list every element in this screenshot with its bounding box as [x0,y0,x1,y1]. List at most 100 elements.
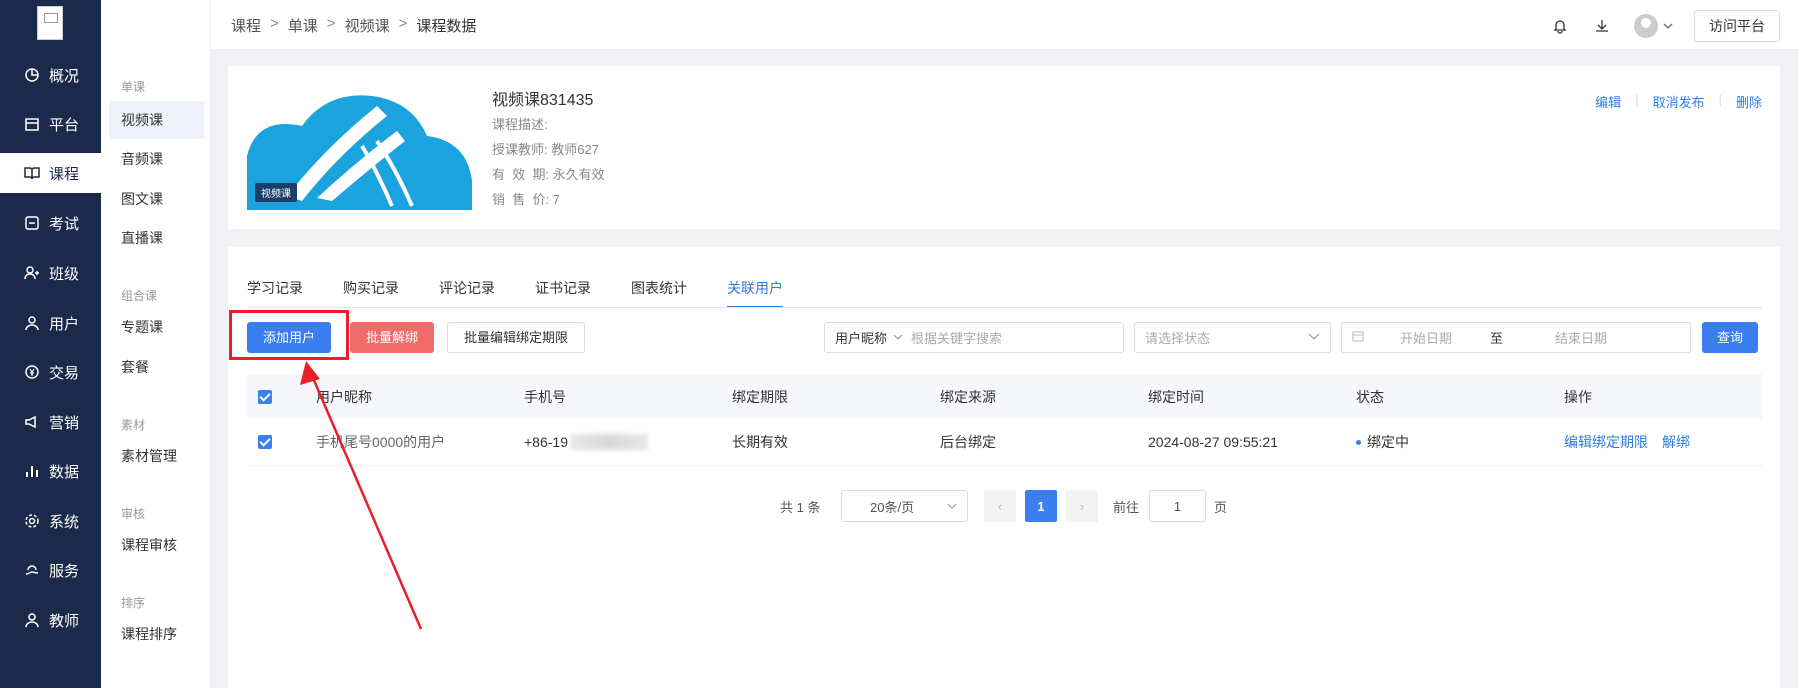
batch-edit-period-button[interactable]: 批量编辑绑定期限 [447,322,586,353]
chevron-left-icon: ‹ [997,498,1003,514]
course-data-card: 学习记录 购买记录 评论记录 证书记录 图表统计 关联用户 添加用户 批量解绑 … [228,247,1780,688]
tab-comment-records[interactable]: 评论记录 [439,278,495,308]
sidebar-item-teacher[interactable]: 教师 [0,600,101,640]
breadcrumb-item[interactable]: 视频课 [345,15,390,36]
edit-course-link[interactable]: 编辑 [1595,92,1621,111]
breadcrumb-item[interactable]: 课程 [231,15,261,36]
status-select[interactable]: 请选择状态 [1134,322,1331,353]
next-page-button[interactable]: › [1066,490,1098,522]
subnav-item-material[interactable]: 素材管理 [109,437,204,475]
bind-time: 2024-08-27 09:55:21 [1148,434,1278,450]
subnav-item-video[interactable]: 视频课 [109,101,204,139]
user-icon [24,315,40,331]
sidebar-item-overview[interactable]: 概况 [0,55,101,95]
page-size-select[interactable]: 20条/页 [841,490,968,522]
search-type-select[interactable]: 用户昵称 [825,328,893,347]
sidebar-item-system[interactable]: 系统 [0,501,101,541]
course-teacher: 授课教师: 教师627 [492,142,599,157]
bell-icon[interactable] [1550,16,1570,36]
tab-purchase-records[interactable]: 购买记录 [343,278,399,308]
avatar[interactable] [1634,14,1658,38]
sidebar-item-label: 教师 [49,612,80,630]
subnav-item-article[interactable]: 图文课 [109,180,204,218]
status-placeholder: 请选择状态 [1145,331,1211,346]
top-bar: 课程 > 单课 > 视频课 > 课程数据 访问平台 [211,0,1798,50]
sidebar-item-label: 营销 [49,414,80,432]
batch-unbind-button[interactable]: 批量解绑 [350,322,435,353]
class-icon [24,265,40,281]
prev-page-button[interactable]: ‹ [984,490,1016,522]
tab-linked-users[interactable]: 关联用户 [727,278,783,308]
divider: | [1635,92,1639,107]
sidebar-item-platform[interactable]: 平台 [0,104,101,144]
download-icon[interactable] [1592,16,1612,36]
start-date-input[interactable]: 开始日期 [1400,328,1452,347]
sidebar-item-exam[interactable]: 考试 [0,203,101,243]
breadcrumb-separator: > [326,15,336,32]
visit-platform-button[interactable]: 访问平台 [1694,10,1780,42]
column-header: 手机号 [524,388,566,405]
column-header: 绑定来源 [940,388,996,405]
course-price: 销 售 价: 7 [492,192,560,207]
sidebar-item-user[interactable]: 用户 [0,303,101,343]
sidebar-item-label: 系统 [49,513,80,531]
subnav-item-topic[interactable]: 专题课 [109,308,204,346]
status-text: 绑定中 [1367,434,1409,450]
search-input[interactable]: 根据关键字搜索 [911,328,1002,347]
phone-prefix: +86-19 [524,434,568,450]
subnav-group-title: 单课 [121,80,146,94]
subnav-item-audio[interactable]: 音频课 [109,140,204,178]
select-all-checkbox[interactable] [258,374,272,419]
app-logo[interactable] [37,6,63,40]
tab-study-records[interactable]: 学习记录 [247,278,303,308]
bind-source: 后台绑定 [940,434,996,450]
page-size-value: 20条/页 [870,499,915,515]
breadcrumb-current: 课程数据 [416,18,477,35]
tab-certificate-records[interactable]: 证书记录 [535,278,591,308]
subnav-item-live[interactable]: 直播课 [109,219,204,257]
sidebar-item-course[interactable]: 课程 [0,153,101,193]
row-checkbox[interactable] [258,419,272,465]
gear-icon [24,513,40,529]
sidebar-item-label: 服务 [49,562,80,580]
breadcrumb-separator: > [270,15,279,32]
end-date-input[interactable]: 结束日期 [1555,328,1607,347]
column-header: 绑定时间 [1148,388,1204,405]
sidebar-item-marketing[interactable]: 营销 [0,402,101,442]
sidebar-item-trade[interactable]: 交易 [0,352,101,392]
divider: | [1718,92,1722,107]
teacher-icon [24,612,40,628]
unpublish-link[interactable]: 取消发布 [1653,92,1705,111]
sidebar-item-label: 考试 [49,215,80,233]
sidebar-item-label: 课程 [49,165,80,183]
chevron-down-icon[interactable] [1662,16,1674,36]
delete-course-link[interactable]: 删除 [1736,92,1762,111]
breadcrumb-item[interactable]: 单课 [288,15,318,36]
pie-chart-icon [24,67,40,83]
edit-period-link[interactable]: 编辑绑定期限 [1564,432,1648,452]
bind-status: 绑定中 [1356,419,1409,465]
sidebar-item-service[interactable]: 服务 [0,550,101,590]
tab-chart-stats[interactable]: 图表统计 [631,278,687,308]
unbind-link[interactable]: 解绑 [1662,432,1690,452]
sidebar-item-label: 概况 [49,67,80,85]
calendar-icon [1352,330,1364,345]
sidebar-item-data[interactable]: 数据 [0,451,101,491]
subnav-item-package[interactable]: 套餐 [109,348,204,386]
service-icon [24,562,40,578]
course-cover: 视频课 [247,86,472,210]
chevron-down-icon[interactable] [893,330,903,345]
chevron-right-icon: › [1079,498,1085,514]
page-suffix: 页 [1214,499,1228,515]
sidebar-item-class[interactable]: 班级 [0,253,101,293]
page-1-button[interactable]: 1 [1025,490,1057,522]
query-button[interactable]: 查询 [1702,322,1759,353]
subnav-item-sort[interactable]: 课程排序 [109,615,204,653]
book-icon [24,165,40,181]
date-range-picker[interactable]: 开始日期 至 结束日期 [1341,322,1691,353]
goto-page-input[interactable]: 1 [1149,490,1206,522]
subnav-item-review[interactable]: 课程审核 [109,526,204,564]
add-user-button[interactable]: 添加用户 [247,322,332,353]
sidebar-item-label: 交易 [49,364,80,382]
subnav-group-title: 审核 [121,507,146,521]
